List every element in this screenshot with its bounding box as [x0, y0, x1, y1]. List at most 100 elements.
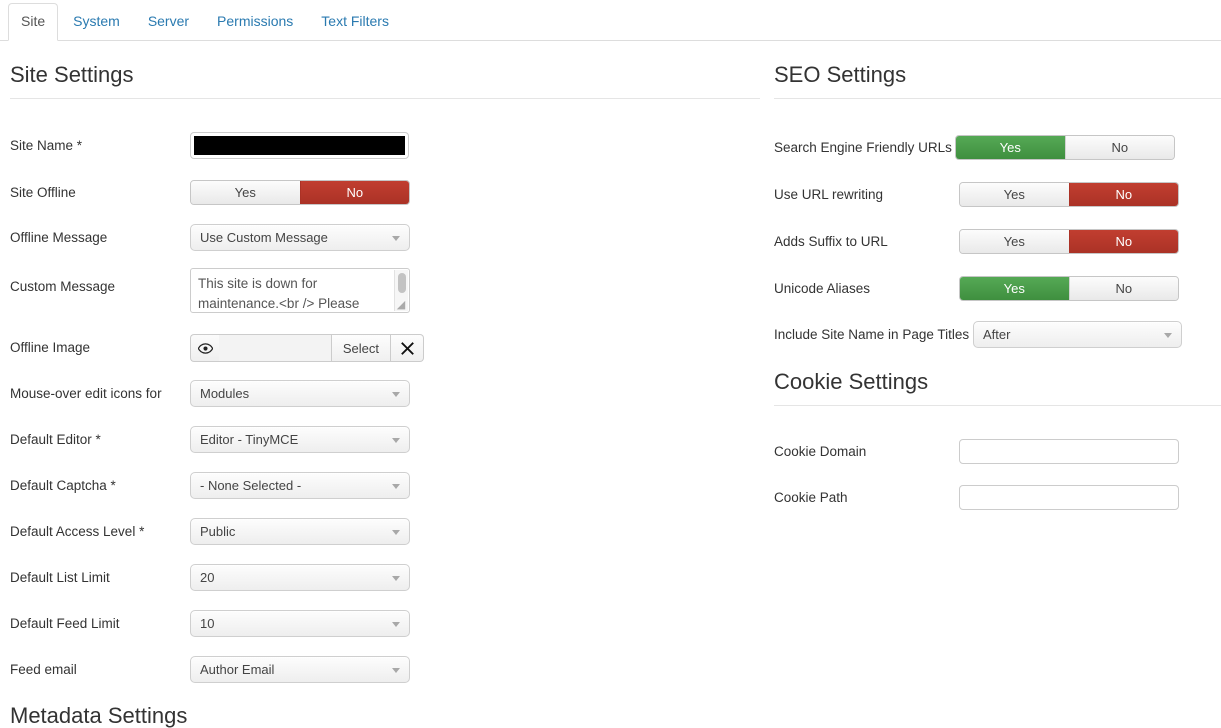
- offline-message-label: Offline Message: [10, 229, 108, 245]
- chevron-down-icon: [392, 667, 400, 673]
- tab-system[interactable]: System: [60, 3, 133, 40]
- seo-settings-title: SEO Settings: [774, 62, 907, 87]
- tab-label: Site: [21, 13, 46, 30]
- row-offline-message: Offline Message Use Custom Message: [10, 224, 410, 251]
- default-access-level-label: Default Access Level *: [10, 523, 145, 539]
- close-x-icon[interactable]: [391, 334, 424, 362]
- site-name-label: Site Name *: [10, 137, 83, 153]
- row-default-captcha: Default Captcha * - None Selected -: [10, 472, 420, 499]
- feed-email-value: Author Email: [200, 662, 275, 677]
- unicode-aliases-no[interactable]: No: [1068, 277, 1178, 300]
- site-offline-toggle[interactable]: Yes No: [190, 180, 410, 205]
- row-cookie-domain: Cookie Domain: [774, 439, 1221, 464]
- mouseover-edit-icons-label: Mouse-over edit icons for: [10, 385, 162, 401]
- sef-urls-no[interactable]: No: [1064, 136, 1174, 159]
- chevron-down-icon: [392, 391, 400, 397]
- site-settings-header: Site Settings: [10, 64, 760, 99]
- tab-text-filters[interactable]: Text Filters: [308, 3, 402, 40]
- eye-icon[interactable]: [190, 334, 219, 362]
- chevron-down-icon: [392, 575, 400, 581]
- cookie-settings-header: Cookie Settings: [774, 371, 1221, 406]
- site-settings-column: Site Settings Site Name * Site Offline Y…: [0, 41, 765, 727]
- row-default-list-limit: Default List Limit 20: [10, 564, 420, 591]
- row-unicode-aliases: Unicode Aliases Yes No: [774, 276, 1221, 301]
- seo-cookie-column: SEO Settings Search Engine Friendly URLs…: [765, 41, 1221, 716]
- row-site-name: Site Name *: [10, 132, 410, 159]
- use-url-rewriting-toggle[interactable]: Yes No: [959, 182, 1179, 207]
- mouseover-edit-icons-value: Modules: [200, 386, 250, 401]
- redaction-bar: [194, 136, 405, 155]
- site-name-input[interactable]: [190, 132, 409, 159]
- tab-label: System: [73, 13, 120, 30]
- cookie-settings-title: Cookie Settings: [774, 369, 929, 394]
- url-rewriting-no[interactable]: No: [1068, 183, 1178, 206]
- cookie-domain-label: Cookie Domain: [774, 443, 867, 459]
- offline-message-select[interactable]: Use Custom Message: [190, 224, 410, 251]
- row-default-feed-limit: Default Feed Limit 10: [10, 610, 420, 637]
- feed-email-label: Feed email: [10, 661, 77, 677]
- row-adds-suffix-to-url: Adds Suffix to URL Yes No: [774, 229, 1221, 254]
- tab-server[interactable]: Server: [135, 3, 202, 40]
- default-editor-select[interactable]: Editor - TinyMCE: [190, 426, 410, 453]
- chevron-down-icon: [392, 529, 400, 535]
- tab-label: Permissions: [217, 13, 294, 30]
- default-access-level-select[interactable]: Public: [190, 518, 410, 545]
- scrollbar-thumb[interactable]: [398, 273, 406, 293]
- offline-image-label: Offline Image: [10, 340, 91, 356]
- custom-message-textarea[interactable]: This site is down for maintenance.<br />…: [190, 268, 410, 313]
- include-site-name-value: After: [983, 327, 1011, 342]
- feed-email-select[interactable]: Author Email: [190, 656, 410, 683]
- resize-grip-icon[interactable]: ◢: [395, 299, 407, 311]
- row-use-url-rewriting: Use URL rewriting Yes No: [774, 182, 1221, 207]
- cookie-path-input[interactable]: [959, 485, 1179, 510]
- tab-permissions[interactable]: Permissions: [204, 3, 306, 40]
- search-engine-friendly-urls-toggle[interactable]: Yes No: [955, 135, 1175, 160]
- default-list-limit-label: Default List Limit: [10, 569, 110, 585]
- default-captcha-select[interactable]: - None Selected -: [190, 472, 410, 499]
- include-site-name-select[interactable]: After: [973, 321, 1182, 348]
- cookie-domain-input[interactable]: [959, 439, 1179, 464]
- tab-site[interactable]: Site: [8, 3, 59, 41]
- row-default-editor: Default Editor * Editor - TinyMCE: [10, 426, 420, 453]
- row-search-engine-friendly-urls: Search Engine Friendly URLs Yes No: [774, 135, 1221, 160]
- offline-image-input[interactable]: [219, 334, 331, 362]
- row-default-access-level: Default Access Level * Public: [10, 518, 420, 545]
- chevron-down-icon: [392, 235, 400, 241]
- default-list-limit-select[interactable]: 20: [190, 564, 410, 591]
- site-offline-yes[interactable]: Yes: [191, 181, 300, 204]
- mouseover-edit-icons-select[interactable]: Modules: [190, 380, 410, 407]
- tab-list: Site System Server Permissions Text Filt…: [8, 3, 404, 41]
- use-url-rewriting-label: Use URL rewriting: [774, 186, 884, 202]
- seo-settings-header: SEO Settings: [774, 64, 1221, 99]
- default-access-level-value: Public: [200, 524, 236, 539]
- metadata-settings-title: Metadata Settings: [10, 703, 188, 728]
- row-mouseover-edit-icons: Mouse-over edit icons for Modules: [10, 380, 420, 407]
- row-custom-message: Custom Message This site is down for mai…: [10, 268, 420, 313]
- default-captcha-value: - None Selected -: [200, 478, 302, 493]
- settings-tabbar: Site System Server Permissions Text Filt…: [0, 0, 1221, 41]
- default-editor-label: Default Editor *: [10, 431, 101, 447]
- url-rewriting-yes[interactable]: Yes: [960, 183, 1069, 206]
- cookie-path-label: Cookie Path: [774, 489, 848, 505]
- adds-suffix-no[interactable]: No: [1068, 230, 1178, 253]
- chevron-down-icon: [1164, 332, 1172, 338]
- adds-suffix-yes[interactable]: Yes: [960, 230, 1069, 253]
- default-feed-limit-value: 10: [200, 616, 215, 631]
- unicode-aliases-toggle[interactable]: Yes No: [959, 276, 1179, 301]
- row-site-offline: Site Offline Yes No: [10, 180, 410, 205]
- tab-label: Server: [147, 13, 190, 30]
- default-feed-limit-select[interactable]: 10: [190, 610, 410, 637]
- offline-message-value: Use Custom Message: [200, 230, 328, 245]
- unicode-aliases-yes[interactable]: Yes: [960, 277, 1069, 300]
- adds-suffix-to-url-toggle[interactable]: Yes No: [959, 229, 1179, 254]
- site-settings-title: Site Settings: [10, 62, 134, 87]
- offline-image-select-button[interactable]: Select: [330, 334, 391, 362]
- site-offline-no[interactable]: No: [299, 181, 409, 204]
- site-offline-label: Site Offline: [10, 184, 76, 200]
- include-site-name-label: Include Site Name in Page Titles: [774, 326, 970, 342]
- sef-urls-yes[interactable]: Yes: [956, 136, 1065, 159]
- chevron-down-icon: [392, 437, 400, 443]
- adds-suffix-to-url-label: Adds Suffix to URL: [774, 233, 888, 249]
- offline-image-field: Select: [190, 334, 424, 362]
- search-engine-friendly-urls-label: Search Engine Friendly URLs: [774, 139, 952, 155]
